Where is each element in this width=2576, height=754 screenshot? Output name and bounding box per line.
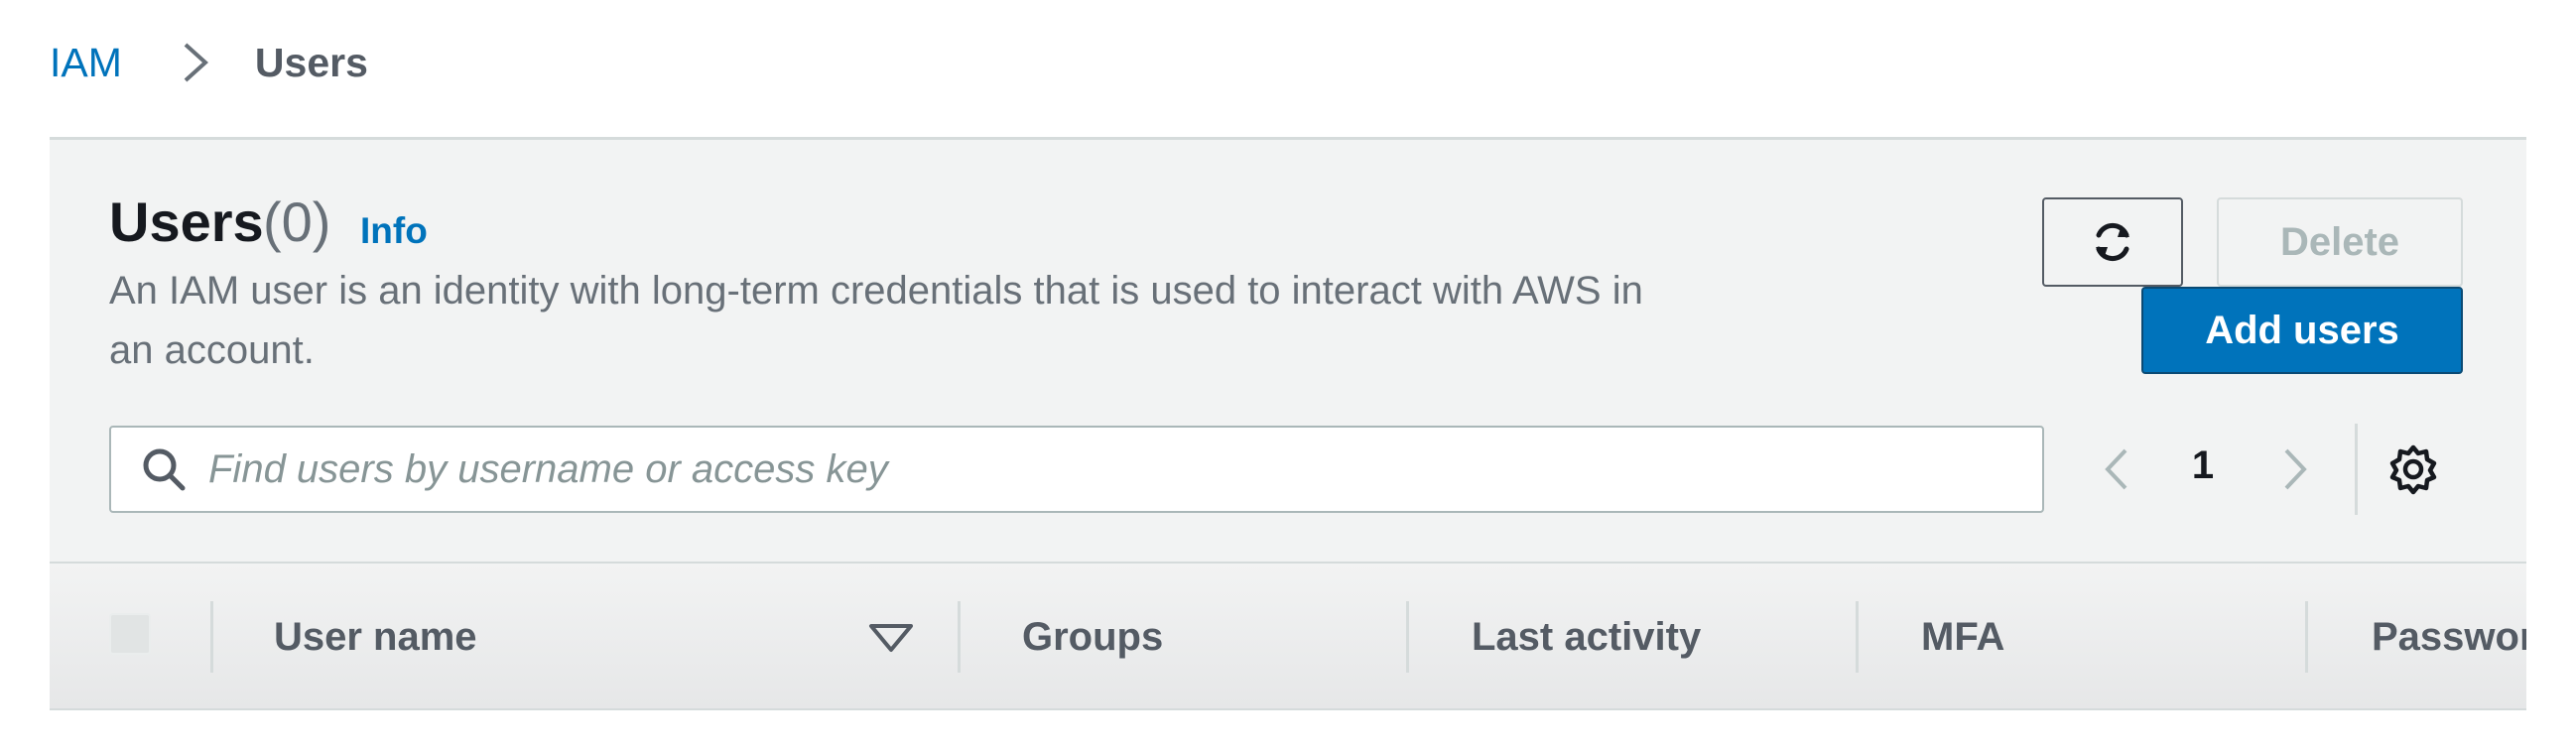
breadcrumb-current: Users <box>254 39 368 85</box>
column-header-mfa[interactable]: MFA <box>1921 613 2004 661</box>
page-description: An IAM user is an identity with long-ter… <box>109 269 1643 372</box>
sort-descending-icon[interactable] <box>866 621 916 655</box>
column-divider <box>958 601 961 673</box>
chevron-left-icon[interactable] <box>2094 444 2143 494</box>
users-panel: Users (0) Info An IAM user is an identit… <box>50 140 2526 562</box>
column-header-last-activity[interactable]: Last activity <box>1472 613 1701 661</box>
select-all-checkbox[interactable] <box>109 613 151 655</box>
add-users-button[interactable]: Add users <box>2141 287 2463 374</box>
table-header: User name Groups Last activity MFA Passw… <box>50 562 2526 710</box>
search-icon <box>143 448 186 491</box>
user-count: (0) <box>263 190 331 253</box>
page-number[interactable]: 1 <box>2183 443 2223 488</box>
search-input[interactable] <box>206 445 2042 493</box>
gear-icon[interactable] <box>2387 443 2439 495</box>
column-header-user-name[interactable]: User name <box>274 613 477 661</box>
column-divider <box>1856 601 1859 673</box>
refresh-button[interactable] <box>2042 197 2183 287</box>
column-divider <box>1406 601 1409 673</box>
search-box[interactable] <box>109 426 2044 513</box>
column-header-password-age[interactable]: Password age <box>2372 613 2526 661</box>
chevron-right-icon[interactable] <box>2268 444 2318 494</box>
breadcrumb-iam-link[interactable]: IAM <box>50 40 122 86</box>
refresh-icon <box>2096 222 2129 262</box>
pagination-divider <box>2355 424 2358 515</box>
breadcrumb: IAM Users <box>50 30 368 95</box>
info-link[interactable]: Info <box>360 212 428 249</box>
column-header-groups[interactable]: Groups <box>1022 613 1163 661</box>
delete-button[interactable]: Delete <box>2217 197 2463 287</box>
page-title: Users <box>109 190 264 253</box>
column-divider <box>210 601 213 673</box>
column-divider <box>2305 601 2308 673</box>
chevron-right-icon <box>184 43 208 82</box>
